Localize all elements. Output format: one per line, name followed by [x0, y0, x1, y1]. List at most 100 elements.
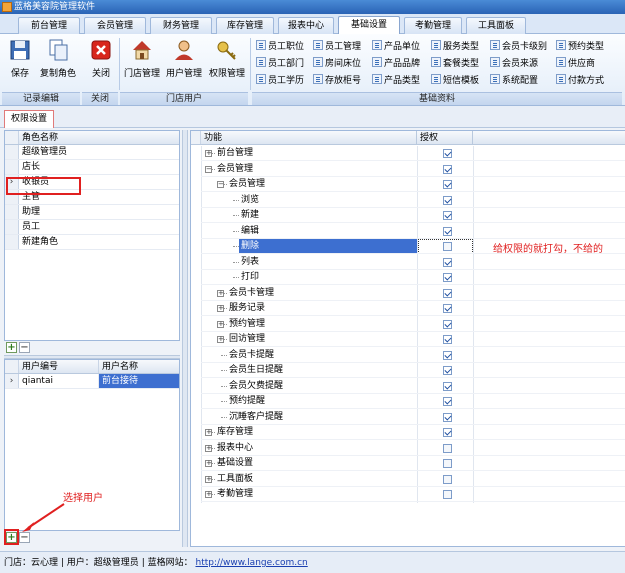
- expand-icon[interactable]: +: [217, 289, 224, 297]
- authorize-checkbox[interactable]: [443, 490, 452, 499]
- expand-icon[interactable]: +: [217, 336, 224, 343]
- authorize-checkbox[interactable]: [443, 381, 452, 391]
- list-item[interactable]: 店长: [5, 160, 179, 175]
- member-source-button[interactable]: 会员来源: [490, 57, 538, 71]
- tree-row[interactable]: + 回访管理: [191, 332, 625, 347]
- tree-row[interactable]: + 基础设置: [191, 456, 625, 471]
- payment-method-button[interactable]: 付款方式: [556, 74, 604, 88]
- authorize-checkbox[interactable]: [443, 335, 452, 344]
- member-card-level-button[interactable]: 会员卡级别: [490, 40, 547, 54]
- list-item[interactable]: 助理: [5, 205, 179, 220]
- collapse-icon[interactable]: −: [217, 181, 224, 188]
- authorize-checkbox[interactable]: [443, 443, 452, 453]
- staff-education-button[interactable]: 员工学历: [256, 74, 304, 88]
- authorize-checkbox[interactable]: [443, 412, 452, 422]
- tree-row[interactable]: 会员欠费提醒: [191, 379, 625, 394]
- tree-row[interactable]: 预约提醒: [191, 394, 625, 409]
- tree-row[interactable]: − 会员管理: [191, 162, 625, 177]
- user-id-cell[interactable]: qiantai: [19, 374, 99, 388]
- authorize-checkbox[interactable]: [443, 257, 452, 267]
- authorize-checkbox[interactable]: [443, 149, 452, 158]
- supplier-button[interactable]: 供应商: [556, 57, 595, 71]
- package-type-button[interactable]: 套餐类型: [431, 57, 479, 71]
- authorize-checkbox[interactable]: [443, 180, 452, 189]
- copy-role-button[interactable]: 复制角色: [38, 38, 78, 86]
- tree-row[interactable]: + 库存管理: [191, 425, 625, 440]
- authorize-checkbox[interactable]: [443, 350, 452, 360]
- room-bed-button[interactable]: 房间床位: [313, 57, 361, 71]
- tab-finance[interactable]: 财务管理: [150, 17, 212, 34]
- expand-icon[interactable]: +: [205, 150, 212, 157]
- store-management-button[interactable]: 门店管理: [122, 38, 162, 86]
- tab-permission-settings[interactable]: 权限设置: [4, 110, 54, 128]
- authorize-checkbox[interactable]: [443, 304, 452, 313]
- tree-row[interactable]: + 报表中心: [191, 441, 625, 456]
- tree-row[interactable]: + 前台管理: [191, 146, 625, 161]
- sms-template-button[interactable]: 短信模板: [431, 74, 479, 88]
- tree-row[interactable]: + 考勤管理: [191, 487, 625, 502]
- authorize-checkbox[interactable]: [443, 226, 452, 236]
- role-name-cell[interactable]: 店长: [19, 160, 179, 174]
- save-button[interactable]: 保存: [6, 38, 34, 86]
- role-name-cell[interactable]: 新建角色: [19, 235, 179, 249]
- authorize-checkbox[interactable]: [443, 273, 452, 282]
- authorize-checkbox[interactable]: [443, 164, 452, 174]
- tree-row[interactable]: 编辑: [191, 224, 625, 239]
- tree-row[interactable]: 列表: [191, 255, 625, 270]
- expand-icon[interactable]: +: [205, 444, 212, 452]
- authorize-checkbox[interactable]: [443, 474, 452, 484]
- add-role-button[interactable]: +: [6, 342, 17, 353]
- tab-inventory[interactable]: 库存管理: [216, 17, 274, 34]
- expand-icon[interactable]: +: [217, 320, 224, 328]
- authorize-checkbox[interactable]: [443, 242, 452, 251]
- permission-management-button[interactable]: 权限管理: [206, 38, 248, 86]
- appointment-type-button[interactable]: 预约类型: [556, 40, 604, 54]
- expand-icon[interactable]: +: [205, 475, 212, 483]
- expand-icon[interactable]: +: [205, 491, 212, 498]
- expand-icon[interactable]: +: [205, 460, 212, 467]
- tab-basic-settings[interactable]: 基础设置: [338, 16, 400, 35]
- user-management-button[interactable]: 用户管理: [164, 38, 204, 86]
- product-unit-button[interactable]: 产品单位: [372, 40, 420, 54]
- tab-members[interactable]: 会员管理: [84, 17, 146, 34]
- tree-row[interactable]: 浏览: [191, 193, 625, 208]
- list-item[interactable]: 新建角色: [5, 235, 179, 250]
- tree-row[interactable]: 沉睡客户提醒: [191, 410, 625, 425]
- authorize-checkbox[interactable]: [443, 459, 452, 468]
- authorize-checkbox[interactable]: [443, 397, 452, 406]
- expand-icon[interactable]: +: [217, 305, 224, 312]
- tree-row[interactable]: + 会员卡管理: [191, 286, 625, 301]
- product-type-button[interactable]: 产品类型: [372, 74, 420, 88]
- vertical-splitter[interactable]: [182, 130, 188, 547]
- locker-number-button[interactable]: 存放柜号: [313, 74, 361, 88]
- authorize-checkbox[interactable]: [443, 366, 452, 375]
- authorize-checkbox[interactable]: [443, 195, 452, 205]
- authorize-checkbox[interactable]: [443, 211, 452, 220]
- tree-row[interactable]: 新建: [191, 208, 625, 223]
- tab-tools[interactable]: 工具面板: [466, 17, 526, 34]
- tab-attendance[interactable]: 考勤管理: [404, 17, 462, 34]
- website-link[interactable]: http://www.lange.com.cn: [195, 558, 307, 568]
- list-item[interactable]: 超级管理员: [5, 145, 179, 160]
- expand-icon[interactable]: +: [205, 429, 212, 436]
- role-name-cell[interactable]: 超级管理员: [19, 145, 179, 159]
- staff-department-button[interactable]: 员工部门: [256, 57, 304, 71]
- tree-row[interactable]: 会员卡提醒: [191, 348, 625, 363]
- tree-row[interactable]: + 预约管理: [191, 317, 625, 332]
- staff-management-button[interactable]: 员工管理: [313, 40, 361, 54]
- service-type-button[interactable]: 服务类型: [431, 40, 479, 54]
- tree-row[interactable]: 会员生日提醒: [191, 363, 625, 378]
- tree-row[interactable]: + 服务记录: [191, 301, 625, 316]
- product-brand-button[interactable]: 产品品牌: [372, 57, 420, 71]
- user-name-cell[interactable]: 前台接待: [99, 374, 179, 388]
- tree-row[interactable]: 打印: [191, 270, 625, 285]
- tab-front-desk[interactable]: 前台管理: [18, 17, 80, 34]
- list-item[interactable]: 员工: [5, 220, 179, 235]
- tab-reports[interactable]: 报表中心: [278, 17, 334, 34]
- authorize-checkbox[interactable]: [443, 288, 452, 298]
- collapse-icon[interactable]: −: [205, 165, 212, 173]
- staff-position-button[interactable]: 员工职位: [256, 40, 304, 54]
- close-button[interactable]: 关闭: [84, 38, 118, 86]
- role-name-cell[interactable]: 员工: [19, 220, 179, 234]
- system-config-button[interactable]: 系统配置: [490, 74, 538, 88]
